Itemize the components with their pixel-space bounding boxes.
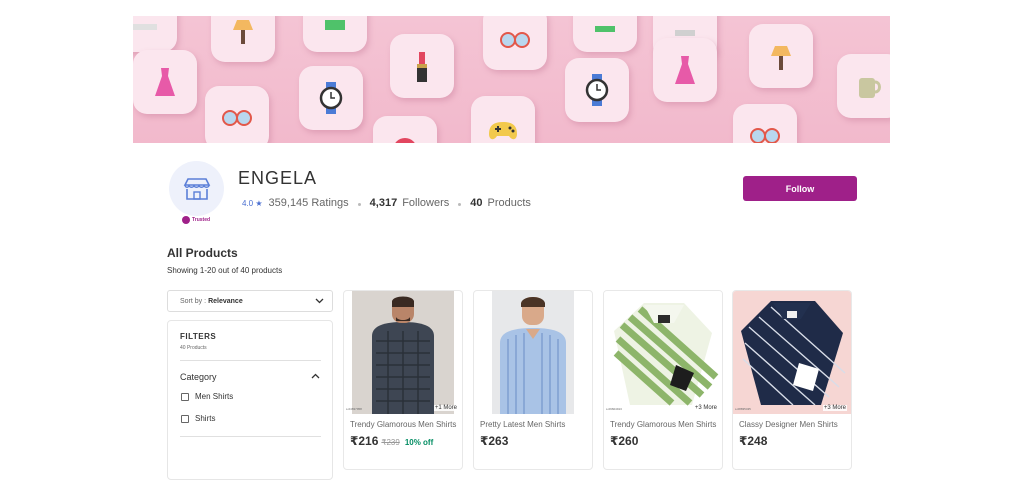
product-image[interactable] (344, 291, 462, 414)
more-variants: +1 More (433, 405, 458, 411)
cap-icon (373, 116, 437, 143)
checkbox[interactable] (181, 414, 189, 423)
sort-dropdown[interactable]: Sort by : Relevance (167, 290, 333, 312)
lamp-icon-2 (749, 24, 813, 88)
dress-icon-2 (653, 38, 717, 102)
product-photo (604, 291, 722, 414)
follow-button[interactable]: Follow (743, 176, 857, 201)
product-card[interactable]: s-04837958 +1 More Trendy Glamorous Men … (343, 290, 463, 470)
products-count: 40 (470, 197, 483, 209)
product-price: ₹248 (739, 434, 768, 448)
product-image[interactable] (604, 291, 722, 414)
product-name[interactable]: Trendy Glamorous Men Shirts (350, 420, 458, 429)
chevron-down-icon (315, 298, 324, 304)
results-count: Showing 1-20 out of 40 products (167, 266, 283, 275)
sunglasses-icon-2 (483, 16, 547, 70)
divider-dot (357, 202, 361, 206)
mug-icon (837, 54, 890, 118)
product-name[interactable]: Trendy Glamorous Men Shirts (610, 420, 718, 429)
watch-icon-2 (565, 58, 629, 122)
filters-panel: FILTERS 40 Products Category Men Shirts … (167, 320, 333, 480)
divider (180, 436, 321, 437)
checkbox[interactable] (181, 392, 189, 401)
divider (180, 360, 321, 361)
product-name[interactable]: Classy Designer Men Shirts (739, 420, 847, 429)
more-variants: +3 More (693, 405, 718, 411)
filters-subtitle: 40 Products (180, 345, 207, 351)
all-products-title: All Products (167, 246, 238, 260)
shop-stats: 4.0 ★ 359,145 Ratings 4,317 Followers 40… (242, 197, 531, 209)
trusted-icon (182, 216, 190, 224)
watch-icon (299, 66, 363, 130)
product-card[interactable]: s-09604913 +3 More Trendy Glamorous Men … (603, 290, 723, 470)
shirt-icon (303, 16, 367, 52)
store-icon (183, 177, 210, 200)
shop-avatar (169, 161, 224, 216)
cocktail-icon (133, 16, 177, 52)
product-image[interactable] (474, 291, 592, 414)
product-card[interactable]: s-08835435 +3 More Classy Designer Men S… (732, 290, 852, 470)
gamepad-icon (471, 96, 535, 143)
product-id: s-08835435 (735, 407, 751, 411)
scarf-icon (573, 16, 637, 52)
product-photo (352, 291, 454, 414)
followers-label: Followers (402, 197, 450, 209)
product-price: ₹216 ₹239 10% off (350, 434, 434, 448)
chevron-up-icon[interactable] (311, 373, 320, 379)
followers-count: 4,317 (369, 197, 398, 209)
sort-prefix: Sort by : (180, 297, 207, 305)
sunglasses-icon-3 (733, 104, 797, 143)
product-photo (492, 291, 574, 414)
more-variants: +3 More (822, 405, 847, 411)
product-price: ₹263 (480, 434, 509, 448)
product-id: s-09604913 (606, 407, 622, 411)
product-name[interactable]: Pretty Latest Men Shirts (480, 420, 588, 429)
sunglasses-icon (205, 86, 269, 143)
product-image[interactable] (733, 291, 851, 414)
product-photo (733, 291, 851, 414)
divider-dot (458, 202, 462, 206)
rating-badge: 4.0 ★ (242, 198, 263, 208)
product-price: ₹260 (610, 434, 639, 448)
filters-title: FILTERS (180, 332, 217, 341)
sort-value: Relevance (208, 297, 243, 305)
products-label: Products (487, 197, 531, 209)
lipstick-icon (390, 34, 454, 98)
product-card[interactable]: Pretty Latest Men Shirts ₹263 (473, 290, 593, 470)
category-heading[interactable]: Category (180, 372, 217, 382)
lamp-icon (211, 16, 275, 62)
ratings-count: 359,145 Ratings (268, 197, 349, 209)
trusted-badge: Trusted (182, 215, 210, 225)
category-option[interactable]: Men Shirts (181, 392, 233, 401)
product-id: s-04837958 (346, 407, 362, 411)
shop-name: ENGELA (238, 168, 318, 188)
category-option[interactable]: Shirts (181, 414, 215, 423)
dress-icon (133, 50, 197, 114)
shop-banner (133, 16, 890, 143)
